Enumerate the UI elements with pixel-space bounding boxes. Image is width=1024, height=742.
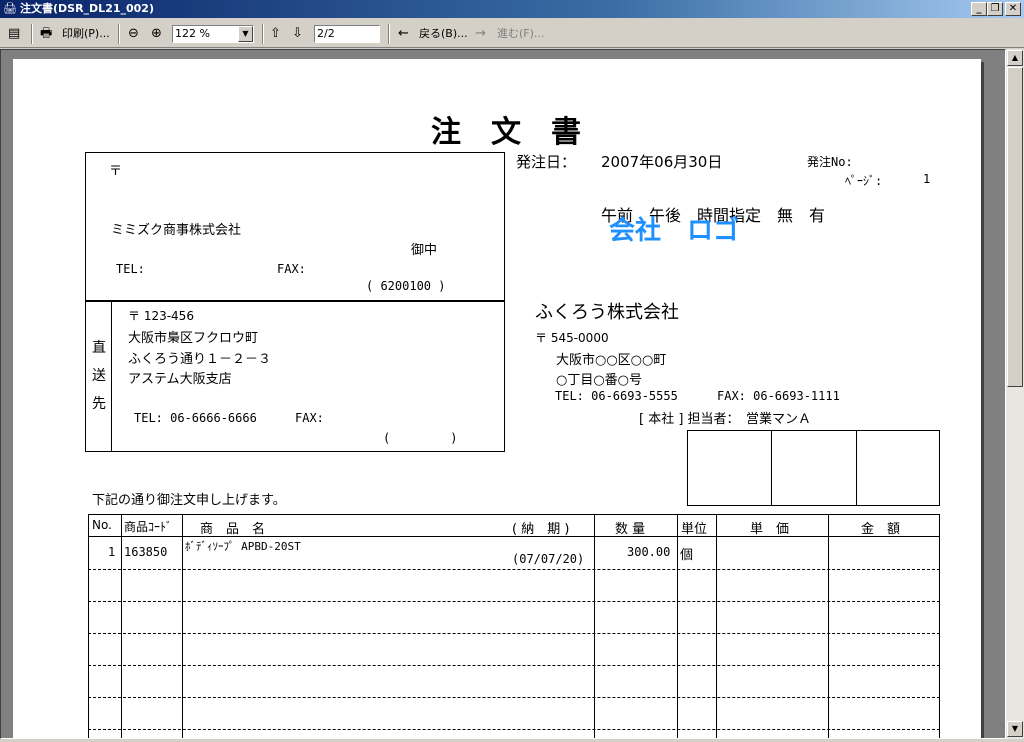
direct-postal: 〒 123-456 xyxy=(128,309,194,323)
table-row-line xyxy=(88,601,940,602)
zoom-value: 122 % xyxy=(175,27,210,40)
page-number: 1 xyxy=(923,172,931,186)
table-col-line xyxy=(828,514,829,738)
toolbar-separator xyxy=(31,24,33,44)
table-col-line xyxy=(182,514,183,738)
sender-address-2: ○丁目○番○号 xyxy=(556,373,643,388)
direct-label-divider xyxy=(111,301,112,452)
sender-company: ふくろう株式会社 xyxy=(535,302,679,323)
table-row-line xyxy=(88,569,940,570)
table-col-line xyxy=(677,514,678,738)
forward-arrow-icon: → xyxy=(475,26,486,41)
order-no-label: 発注No: xyxy=(807,155,853,169)
printer-document-icon: 🖨 xyxy=(3,2,17,15)
minimize-button[interactable]: _ xyxy=(971,2,987,16)
row-code: 163850 xyxy=(124,545,168,559)
row-qty: 300.00 xyxy=(627,545,671,559)
document-viewport[interactable]: 注 文 書 〒 ミミズク商事株式会社 御中 TEL: FAX: ( 620010… xyxy=(0,49,1006,739)
vertical-scrollbar[interactable]: ▲ ▼ xyxy=(1006,49,1024,739)
sender-postal: 〒 545-0000 xyxy=(535,331,609,345)
direct-branch: アステム大阪支店 xyxy=(128,372,232,387)
back-arrow-icon[interactable]: ← xyxy=(398,24,409,44)
table-col-line xyxy=(121,514,122,738)
page-setup-icon[interactable]: ▤ xyxy=(8,24,20,44)
direct-fax-label: FAX: xyxy=(295,411,324,425)
header-amount: 金 額 xyxy=(861,522,901,537)
order-date-label: 発注日： xyxy=(516,153,577,171)
direct-tel: TEL: 06-6666-6666 xyxy=(134,411,257,425)
direct-label-2: 送 xyxy=(92,368,106,384)
stamp-boxes xyxy=(687,430,940,506)
scroll-thumb[interactable] xyxy=(1007,67,1023,387)
document-title: 注 文 書 xyxy=(431,115,581,150)
table-row-line xyxy=(88,633,940,634)
prev-page-icon[interactable]: ⇧ xyxy=(270,24,281,44)
stamp-divider xyxy=(771,430,772,506)
sender-tel: TEL: 06-6693-5555 xyxy=(555,389,678,403)
page-label: ﾍﾟｰｼﾞ: xyxy=(845,174,883,188)
toolbar-separator xyxy=(118,24,120,44)
header-no: No. xyxy=(92,518,112,532)
sender-staff: [ 本社 ] 担当者： 営業マンＡ xyxy=(639,412,812,427)
header-code: 商品ｺｰﾄﾞ xyxy=(124,520,173,534)
direct-label-3: 先 xyxy=(92,396,106,412)
page-number-input[interactable]: 2/2 xyxy=(314,25,380,43)
preview-window: 🖨 注文書(DSR_DL21_002) _ ❐ ✕ ▤ 🖶 印刷(P)... ⊖… xyxy=(0,0,1024,742)
window-title: 注文書(DSR_DL21_002) xyxy=(20,2,154,15)
sender-fax: FAX: 06-6693-1111 xyxy=(717,389,840,403)
intro-text: 下記の通り御注文申し上げます。 xyxy=(92,493,286,508)
sender-address-1: 大阪市○○区○○町 xyxy=(556,353,667,368)
header-unit: 単位 xyxy=(681,522,708,537)
header-qty: 数 量 xyxy=(615,522,646,537)
header-price: 単 価 xyxy=(750,522,790,537)
stamp-divider xyxy=(856,430,857,506)
header-name: 商 品 名 xyxy=(200,522,266,537)
next-page-icon[interactable]: ⇩ xyxy=(292,24,303,44)
direct-paren: ( ) xyxy=(383,431,458,445)
back-button[interactable]: 戻る(B)... xyxy=(419,24,468,44)
header-delivery: ( 納 期 ) xyxy=(512,522,570,537)
row-delivery: (07/07/20) xyxy=(512,552,585,566)
table-row-line xyxy=(88,697,940,698)
order-date: 2007年06月30日 xyxy=(601,153,723,171)
toolbar: ▤ 🖶 印刷(P)... ⊖ ⊕ ⇧ ⇩ ← 戻る(B)... → 進む(F).… xyxy=(0,20,1024,48)
table-row-line xyxy=(88,729,940,730)
forward-button: 進む(F)... xyxy=(497,27,545,40)
row-name: ﾎﾞﾃﾞｨｿｰﾌﾟ APBD-20ST xyxy=(185,540,301,553)
recipient-honorific: 御中 xyxy=(411,243,438,258)
recipient-fax-label: FAX: xyxy=(277,262,306,276)
title-bar[interactable]: 🖨 注文書(DSR_DL21_002) _ ❐ ✕ xyxy=(0,0,1024,18)
company-logo: 会社 ロゴ xyxy=(609,216,740,246)
direct-label-1: 直 xyxy=(92,340,106,356)
direct-address-1: 大阪市梟区フクロウ町 xyxy=(128,331,259,346)
table-col-line xyxy=(594,514,595,738)
row-unit: 個 xyxy=(680,548,694,563)
row-no: 1 xyxy=(108,545,116,559)
print-icon[interactable]: 🖶 xyxy=(40,24,52,44)
zoom-select[interactable]: 122 % ▼ xyxy=(172,25,254,43)
maximize-button[interactable]: ❐ xyxy=(987,2,1003,16)
scroll-up-icon[interactable]: ▲ xyxy=(1007,50,1023,66)
zoom-out-icon[interactable]: ⊖ xyxy=(128,24,139,44)
print-button[interactable]: 印刷(P)... xyxy=(62,24,110,44)
table-row-line xyxy=(88,665,940,666)
recipient-name: ミミズク商事株式会社 xyxy=(111,223,242,238)
document-page: 注 文 書 〒 ミミズク商事株式会社 御中 TEL: FAX: ( 620010… xyxy=(13,59,981,738)
recipient-code: ( 6200100 ) xyxy=(366,279,446,293)
recipient-postal-mark: 〒 xyxy=(109,164,123,179)
direct-address-2: ふくろう通り１－２－３ xyxy=(128,352,272,367)
table-col-line xyxy=(716,514,717,738)
toolbar-separator xyxy=(262,24,264,44)
chevron-down-icon[interactable]: ▼ xyxy=(238,26,253,42)
close-button[interactable]: ✕ xyxy=(1005,2,1021,16)
zoom-in-icon[interactable]: ⊕ xyxy=(151,24,162,44)
recipient-tel-label: TEL: xyxy=(116,262,145,276)
scroll-down-icon[interactable]: ▼ xyxy=(1007,721,1023,737)
toolbar-separator xyxy=(388,24,390,44)
